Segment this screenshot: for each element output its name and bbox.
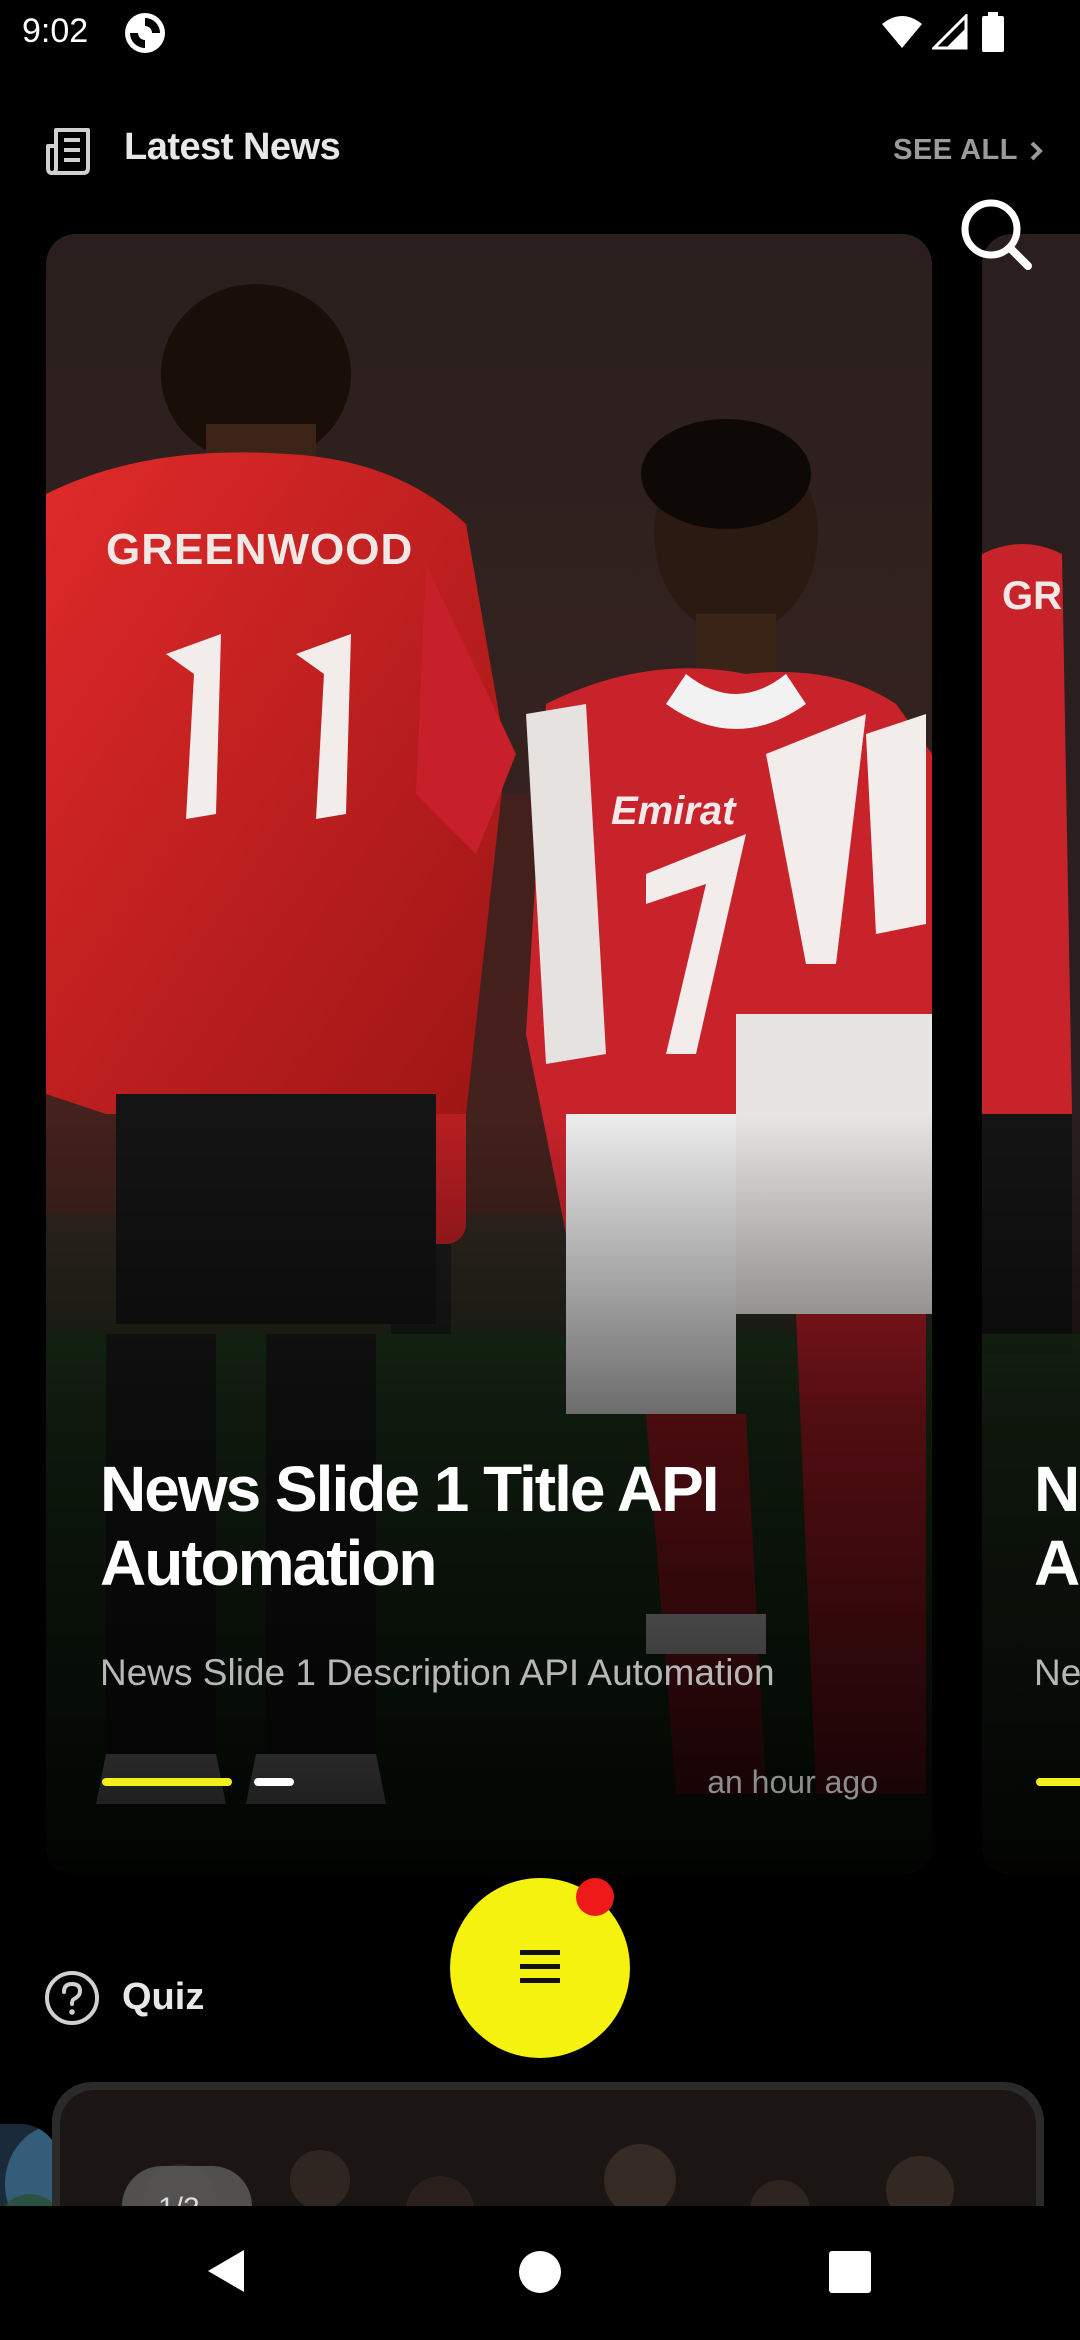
svg-text:Emirat: Emirat: [611, 789, 737, 833]
news-slide-title-line: A: [1034, 1527, 1080, 1599]
quiz-section-title: Quiz: [122, 1976, 205, 2018]
status-bar: 9:02: [0, 0, 1080, 66]
news-slide-description: Ne: [1034, 1652, 1080, 1693]
news-slide[interactable]: GREENWOOD Emirat News Slide 1 Title API …: [46, 234, 932, 1874]
see-all-link[interactable]: SEE ALL: [893, 134, 1044, 167]
signal-icon: [932, 14, 968, 50]
pager-dot-active: [102, 1778, 232, 1786]
recents-icon[interactable]: [828, 2250, 872, 2294]
help-circle-icon: [45, 1971, 99, 2025]
wifi-icon: [882, 16, 922, 48]
news-slide-title-line: N: [1034, 1453, 1080, 1525]
chevron-right-icon: [1030, 141, 1043, 160]
battery-icon: [982, 12, 1004, 52]
back-icon[interactable]: [204, 2246, 248, 2296]
slide-pager-indicator: [102, 1778, 294, 1786]
app-notification-icon: [125, 13, 165, 53]
newspaper-icon: [46, 128, 90, 175]
news-slide-description: News Slide 1 Description API Automation: [100, 1652, 775, 1693]
menu-fab-button[interactable]: [450, 1878, 630, 2058]
quiz-section-header: Quiz: [44, 1966, 344, 2030]
news-slide-time: an hour ago: [707, 1764, 878, 1800]
news-slide-title[interactable]: N A: [1034, 1452, 1080, 1600]
news-section-title: Latest News: [124, 126, 341, 168]
see-all-label: SEE ALL: [893, 134, 1018, 166]
system-navigation-bar: [0, 2206, 1080, 2340]
news-slide-next[interactable]: GR N A Ne: [982, 234, 1080, 1874]
svg-text:GREENWOOD: GREENWOOD: [106, 525, 413, 574]
pager-dot[interactable]: [254, 1778, 294, 1786]
notification-badge: [576, 1878, 614, 1916]
svg-text:GR: GR: [1002, 574, 1062, 618]
menu-icon: [520, 1950, 560, 1983]
search-icon[interactable]: [958, 196, 1034, 272]
home-icon[interactable]: [518, 2250, 562, 2294]
pager-dot-active: [1036, 1778, 1080, 1786]
status-time: 9:02: [22, 12, 89, 50]
news-section-header: Latest News SEE ALL: [44, 120, 1044, 180]
news-carousel[interactable]: GREENWOOD Emirat News Slide 1 Title API …: [0, 234, 1080, 1874]
news-slide-title[interactable]: News Slide 1 Title API Automation: [100, 1452, 860, 1600]
